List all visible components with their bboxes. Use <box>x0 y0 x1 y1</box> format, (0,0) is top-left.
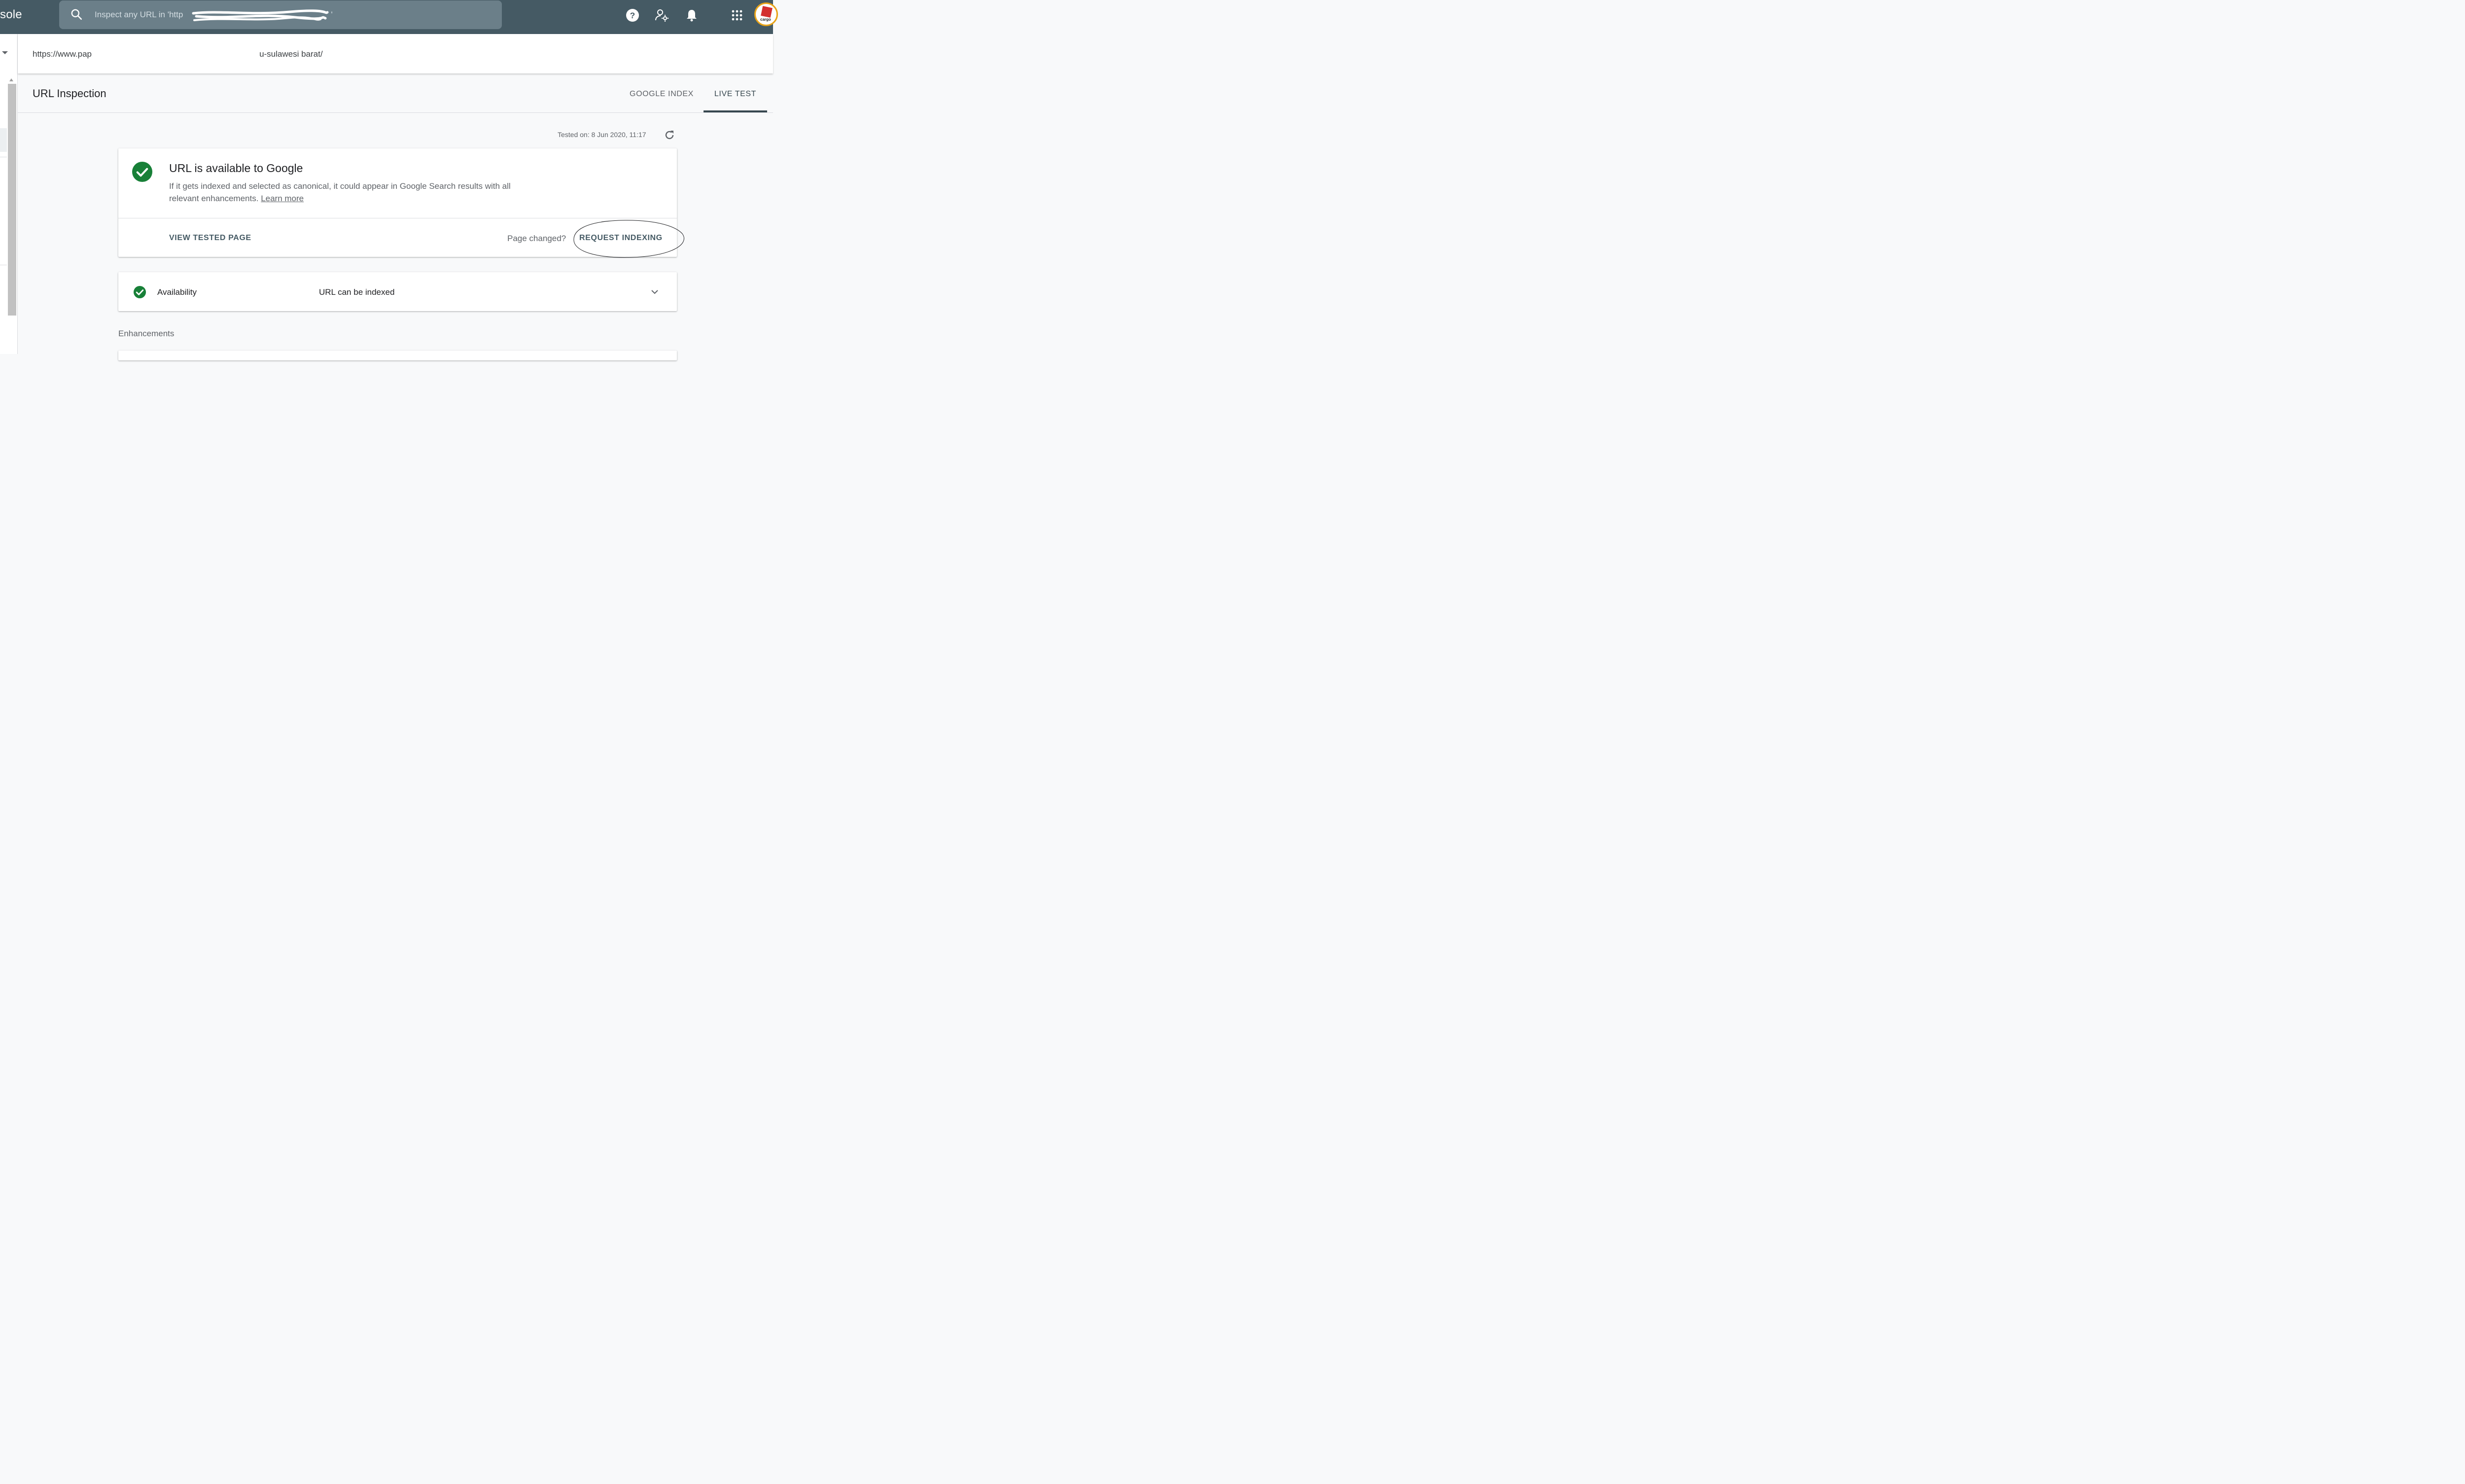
result-title: URL is available to Google <box>169 162 303 175</box>
chevron-down-icon[interactable] <box>650 287 660 297</box>
view-tested-page-button[interactable]: VIEW TESTED PAGE <box>169 234 251 243</box>
result-description: If it gets indexed and selected as canon… <box>169 180 524 205</box>
apps-grid-icon[interactable] <box>730 8 744 23</box>
active-tab-indicator <box>704 110 767 112</box>
top-app-bar: sole Inspect any URL in 'http ' ? cargo <box>0 0 778 34</box>
enhancements-section-heading: Enhancements <box>118 329 175 338</box>
search-placeholder-text: Inspect any URL in 'http <box>95 10 183 19</box>
svg-text:?: ? <box>630 11 635 20</box>
nav-scrollbar-thumb[interactable] <box>8 84 16 316</box>
live-test-result-card: URL is available to Google If it gets in… <box>118 148 684 258</box>
learn-more-link[interactable]: Learn more <box>261 194 304 203</box>
redaction-scribble <box>192 9 329 21</box>
avatar-logo-mark <box>761 6 773 18</box>
enhancements-card[interactable] <box>118 351 677 360</box>
tab-live-test[interactable]: LIVE TEST <box>704 74 767 112</box>
admin-settings-icon[interactable] <box>655 8 669 23</box>
availability-label: Availability <box>157 287 197 297</box>
page-title: URL Inspection <box>33 87 106 100</box>
page-changed-label: Page changed? <box>507 234 566 243</box>
search-placeholder-end: ' <box>331 10 333 19</box>
url-inspect-search-box[interactable]: Inspect any URL in 'http ' <box>59 0 502 29</box>
inspected-url: https://www.pap u-sulawesi barat/ <box>33 49 323 59</box>
app-title[interactable]: sole <box>0 8 22 22</box>
availability-value: URL can be indexed <box>319 287 395 297</box>
account-avatar[interactable]: cargo <box>754 2 778 26</box>
success-check-icon <box>132 161 153 182</box>
scroll-up-arrow-icon[interactable] <box>9 78 13 81</box>
inspection-header: URL Inspection GOOGLE INDEX LIVE TEST <box>18 74 773 113</box>
tab-google-index[interactable]: GOOGLE INDEX <box>622 74 701 112</box>
notifications-bell-icon[interactable] <box>684 8 699 23</box>
refresh-icon[interactable] <box>664 129 675 141</box>
success-check-icon <box>133 285 146 299</box>
property-selector-caret-icon[interactable] <box>2 51 8 54</box>
hand-drawn-annotation-circle <box>573 220 684 258</box>
avatar-label: cargo <box>760 17 771 22</box>
inspected-url-bar: https://www.pap u-sulawesi barat/ <box>18 34 773 73</box>
tested-on-timestamp: Tested on: 8 Jun 2020, 11:17 <box>558 131 646 139</box>
availability-row[interactable]: Availability URL can be indexed <box>118 272 677 311</box>
help-icon[interactable]: ? <box>625 8 640 23</box>
search-icon[interactable] <box>70 8 83 21</box>
nav-item-active[interactable] <box>0 128 7 152</box>
result-description-text: If it gets indexed and selected as canon… <box>169 181 511 203</box>
